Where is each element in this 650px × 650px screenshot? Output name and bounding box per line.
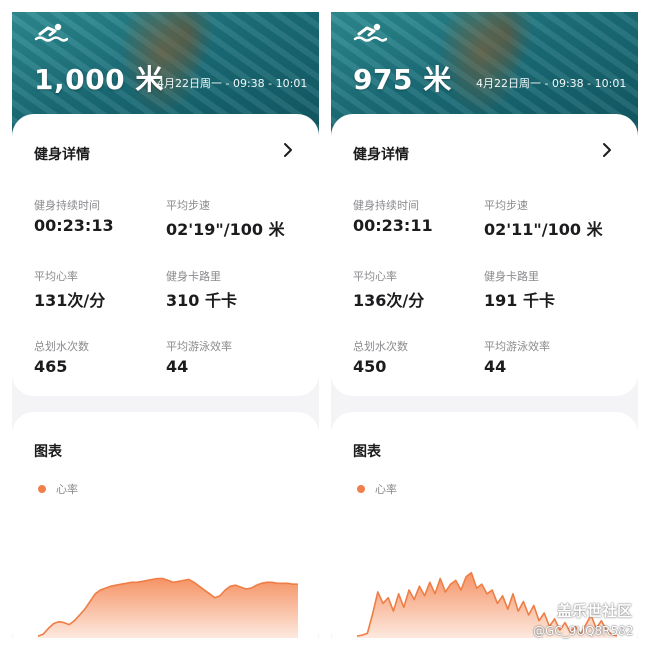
details-card: 健身详情 健身持续时间 00:23:11 平均步速 02'11"/100 米 平… — [331, 114, 638, 396]
swimmer-icon — [353, 23, 387, 42]
workout-panel-right: 975 米 4月22日周一 - 09:38 - 10:01 健身详情 健身持续时… — [331, 12, 638, 638]
metric-label-calories: 健身卡路里 — [166, 270, 221, 283]
metric-value-duration: 00:23:11 — [353, 216, 433, 235]
heart-rate-area — [38, 578, 298, 638]
metric-value-swolf: 44 — [484, 357, 507, 376]
metric-label-heart-rate: 平均心率 — [353, 270, 397, 283]
metric-value-swolf: 44 — [166, 357, 189, 376]
metric-value-pace: 02'19"/100 米 — [166, 220, 285, 239]
metric-label-swolf: 平均游泳效率 — [166, 340, 232, 353]
chevron-right-icon[interactable] — [282, 142, 294, 158]
metric-value-calories: 191 千卡 — [484, 291, 555, 310]
time-range: 4月22日周一 - 09:38 - 10:01 — [157, 77, 308, 90]
details-title: 健身详情 — [34, 147, 90, 163]
watermark-brand: 盖乐世社区 — [557, 602, 633, 620]
swimmer-icon — [34, 23, 68, 42]
metric-value-strokes: 465 — [34, 357, 68, 376]
metric-value-heart-rate: 131次/分 — [34, 291, 106, 310]
metric-label-strokes: 总划水次数 — [34, 340, 89, 353]
heart-rate-chart — [37, 577, 298, 638]
watermark-user: @GC_9UQ8R582 — [533, 624, 634, 638]
metric-label-heart-rate: 平均心率 — [34, 270, 78, 283]
metric-label-strokes: 总划水次数 — [353, 340, 408, 353]
workout-panel-left: 1,000 米 4月22日周一 - 09:38 - 10:01 健身详情 健身持… — [12, 12, 319, 638]
chevron-right-icon[interactable] — [601, 142, 613, 158]
details-card: 健身详情 健身持续时间 00:23:13 平均步速 02'19"/100 米 平… — [12, 114, 319, 396]
distance-value: 1,000 米 — [34, 63, 164, 96]
metric-label-pace: 平均步速 — [484, 199, 528, 212]
distance-value: 975 米 — [353, 63, 452, 96]
chart-card: 图表 心率 — [12, 412, 319, 638]
metric-label-duration: 健身持续时间 — [34, 199, 100, 212]
metric-value-duration: 00:23:13 — [34, 216, 114, 235]
metric-label-pace: 平均步速 — [166, 199, 210, 212]
metric-value-strokes: 450 — [353, 357, 387, 376]
metric-value-heart-rate: 136次/分 — [353, 291, 425, 310]
time-range: 4月22日周一 - 09:38 - 10:01 — [476, 77, 627, 90]
metric-value-calories: 310 千卡 — [166, 291, 237, 310]
metric-label-duration: 健身持续时间 — [353, 199, 419, 212]
details-title: 健身详情 — [353, 147, 409, 163]
metric-label-swolf: 平均游泳效率 — [484, 340, 550, 353]
metric-value-pace: 02'11"/100 米 — [484, 220, 603, 239]
metric-label-calories: 健身卡路里 — [484, 270, 539, 283]
